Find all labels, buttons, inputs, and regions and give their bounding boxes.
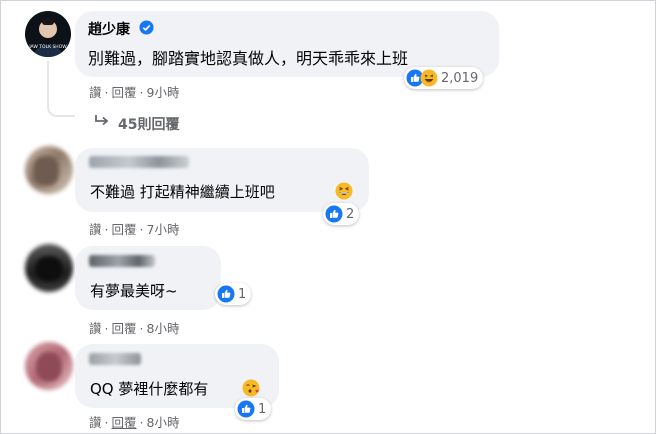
- grinning-squint-emoji-icon: [335, 182, 353, 204]
- comment-actions: 讚 · 回覆 · 8小時: [89, 318, 179, 337]
- blurred-author-name[interactable]: [89, 353, 141, 365]
- comment-actions: 讚 · 回覆 · 7小時: [89, 219, 179, 238]
- haha-reaction-icon: [420, 69, 438, 87]
- reply-link[interactable]: 回覆: [112, 82, 137, 101]
- timestamp[interactable]: 9小時: [147, 82, 180, 101]
- comment-text: QQ 夢裡什麼都有: [90, 380, 209, 398]
- comment-author[interactable]: 趙少康: [88, 19, 130, 39]
- reaction-summary[interactable]: 2: [323, 203, 360, 225]
- blurred-author-name[interactable]: [89, 255, 155, 267]
- reply-link[interactable]: 回覆: [112, 412, 137, 431]
- like-reaction-icon: [217, 285, 235, 303]
- verified-badge-icon: [139, 20, 154, 35]
- comment-text: 不難過 打起精神繼續上班吧: [90, 183, 275, 201]
- like-link[interactable]: 讚: [89, 318, 102, 337]
- blurred-author-name[interactable]: [89, 156, 189, 168]
- comment-text: 有夢最美呀~: [90, 282, 178, 300]
- like-link[interactable]: 讚: [89, 82, 102, 101]
- like-reaction-icon: [237, 400, 255, 418]
- reaction-count: 1: [258, 401, 267, 417]
- blurred-photo: [35, 256, 63, 282]
- avatar[interactable]: [25, 146, 73, 194]
- avatar[interactable]: JAW TOLK SHOW: [25, 11, 71, 57]
- reaction-summary[interactable]: 2,019: [404, 67, 484, 89]
- reaction-summary[interactable]: 1: [215, 283, 252, 305]
- svg-text:JAW TOLK SHOW: JAW TOLK SHOW: [28, 44, 67, 50]
- profile-photo: JAW TOLK SHOW: [28, 19, 67, 57]
- avatar[interactable]: [25, 244, 73, 292]
- reply-link[interactable]: 回覆: [112, 318, 137, 337]
- like-reaction-icon: [325, 205, 343, 223]
- reaction-summary[interactable]: 1: [235, 398, 272, 420]
- reply-link[interactable]: 回覆: [112, 219, 137, 238]
- avatar[interactable]: [25, 342, 73, 390]
- reaction-count: 1: [238, 286, 247, 302]
- comment-section: JAW TOLK SHOW 趙少康 別難過，腳踏實地認真做人，明天乖乖來上班 2…: [0, 0, 656, 434]
- view-replies-link[interactable]: 45則回覆: [118, 114, 179, 134]
- like-link[interactable]: 讚: [89, 412, 102, 431]
- comment-actions: 讚 · 回覆 · 8小時: [89, 412, 179, 431]
- reaction-count: 2,019: [441, 70, 479, 86]
- timestamp[interactable]: 7小時: [147, 219, 180, 238]
- like-link[interactable]: 讚: [89, 219, 102, 238]
- timestamp[interactable]: 8小時: [147, 318, 180, 337]
- reply-arrow-icon: [93, 113, 111, 133]
- comment-text: 別難過，腳踏實地認真做人，明天乖乖來上班: [88, 49, 409, 68]
- reaction-count: 2: [346, 206, 355, 222]
- thread-line: [47, 61, 75, 117]
- timestamp[interactable]: 8小時: [147, 412, 180, 431]
- blurred-photo: [36, 352, 62, 382]
- comment-actions: 讚 · 回覆 · 9小時: [89, 82, 179, 101]
- blurred-photo: [33, 156, 59, 186]
